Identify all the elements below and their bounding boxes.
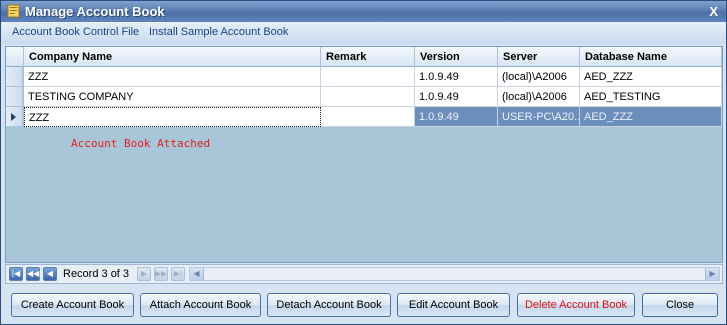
table-row[interactable]: TESTING COMPANY 1.0.9.49 (local)\A2006 A… xyxy=(6,87,722,107)
cell-database-name[interactable]: AED_ZZZ xyxy=(580,67,722,87)
cell-server[interactable]: USER-PC\A20... xyxy=(498,107,580,127)
row-header[interactable] xyxy=(6,67,23,87)
folder-icon xyxy=(7,4,20,18)
scroll-right-icon[interactable]: ▶ xyxy=(705,268,719,280)
edit-account-book-button[interactable]: Edit Account Book xyxy=(397,293,510,317)
column-header-database-name[interactable]: Database Name xyxy=(580,47,722,67)
menu-install-sample-account-book[interactable]: Install Sample Account Book xyxy=(149,26,288,38)
cell-company-name[interactable]: ZZZ xyxy=(24,107,321,127)
record-position: Record 3 of 3 xyxy=(63,268,130,280)
cell-remark[interactable] xyxy=(321,87,415,107)
next-record-icon[interactable]: ▶ xyxy=(137,267,151,281)
cell-company-name[interactable]: ZZZ xyxy=(24,67,321,87)
previous-page-icon[interactable]: ◀◀ xyxy=(26,267,40,281)
manage-account-book-window: Manage Account Book X Account Book Contr… xyxy=(0,0,727,325)
account-book-grid[interactable]: Company Name Remark Version Server Datab… xyxy=(5,46,723,263)
first-record-icon[interactable]: |◀ xyxy=(9,267,23,281)
close-window-icon[interactable]: X xyxy=(709,4,718,19)
horizontal-scrollbar[interactable]: ◀ ▶ xyxy=(189,267,720,281)
last-record-icon[interactable]: ▶| xyxy=(171,267,185,281)
status-message: Account Book Attached xyxy=(71,137,211,150)
row-header[interactable] xyxy=(6,87,23,107)
column-header-version[interactable]: Version xyxy=(415,47,498,67)
header-corner xyxy=(6,47,24,67)
delete-account-book-button[interactable]: Delete Account Book xyxy=(517,293,635,317)
cell-company-name[interactable]: TESTING COMPANY xyxy=(24,87,321,107)
detach-account-book-button[interactable]: Detach Account Book xyxy=(267,293,391,317)
column-header-remark[interactable]: Remark xyxy=(321,47,415,67)
window-title: Manage Account Book xyxy=(25,4,165,19)
title-bar[interactable]: Manage Account Book X xyxy=(1,1,726,22)
next-page-icon[interactable]: ▶▶ xyxy=(154,267,168,281)
current-row-indicator-icon xyxy=(11,113,16,121)
table-row[interactable]: ZZZ 1.0.9.49 (local)\A2006 AED_ZZZ xyxy=(6,67,722,87)
cell-version[interactable]: 1.0.9.49 xyxy=(415,67,498,87)
row-header[interactable] xyxy=(6,107,23,127)
attach-account-book-button[interactable]: Attach Account Book xyxy=(140,293,261,317)
cell-remark[interactable] xyxy=(321,107,415,127)
grid-header: Company Name Remark Version Server Datab… xyxy=(6,47,722,67)
menu-bar: Account Book Control File Install Sample… xyxy=(1,22,726,44)
table-row-selected[interactable]: ZZZ 1.0.9.49 USER-PC\A20... AED_ZZZ xyxy=(6,107,722,127)
close-button[interactable]: Close xyxy=(642,293,718,317)
cell-database-name[interactable]: AED_ZZZ xyxy=(580,107,722,127)
previous-record-icon[interactable]: ◀ xyxy=(43,267,57,281)
column-header-company-name[interactable]: Company Name xyxy=(24,47,321,67)
cell-version[interactable]: 1.0.9.49 xyxy=(415,87,498,107)
create-account-book-button[interactable]: Create Account Book xyxy=(11,293,134,317)
cell-database-name[interactable]: AED_TESTING xyxy=(580,87,722,107)
cell-version[interactable]: 1.0.9.49 xyxy=(415,107,498,127)
column-header-server[interactable]: Server xyxy=(498,47,580,67)
cell-server[interactable]: (local)\A2006 xyxy=(498,67,580,87)
menu-account-book-control-file[interactable]: Account Book Control File xyxy=(12,26,139,38)
record-navigator: |◀ ◀◀ ◀ Record 3 of 3 ▶ ▶▶ ▶| ◀ ▶ xyxy=(5,264,723,284)
scroll-left-icon[interactable]: ◀ xyxy=(190,268,204,280)
cell-remark[interactable] xyxy=(321,67,415,87)
cell-server[interactable]: (local)\A2006 xyxy=(498,87,580,107)
